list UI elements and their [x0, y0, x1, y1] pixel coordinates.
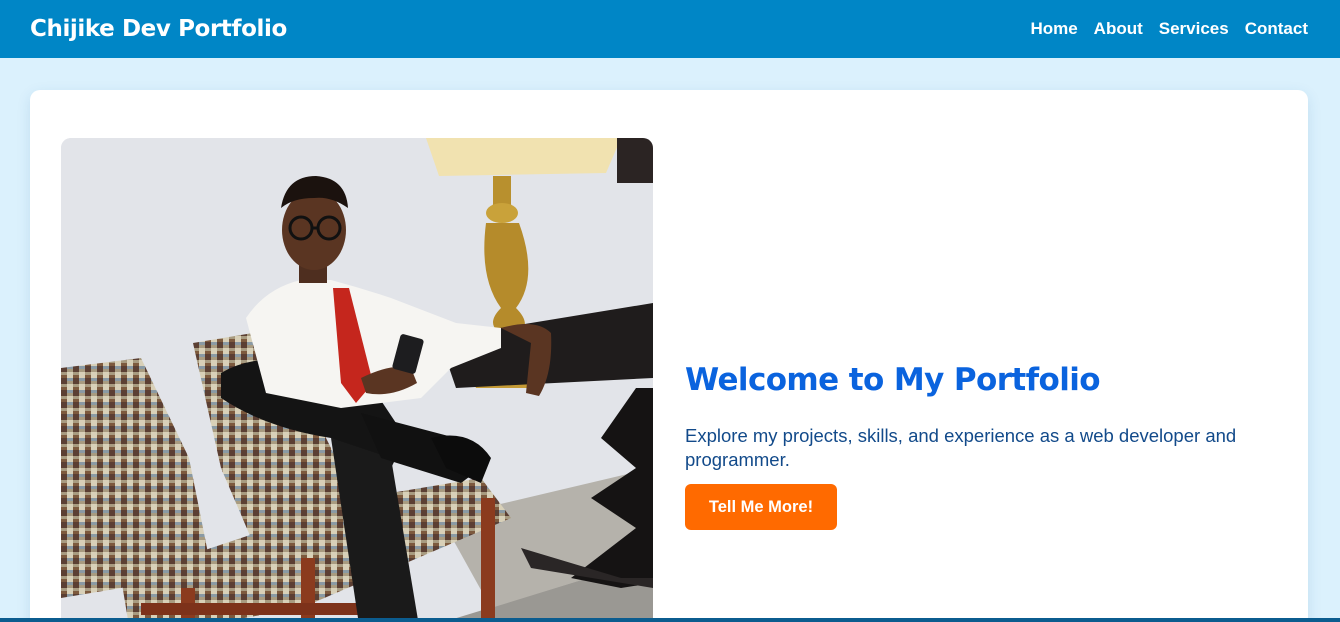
nav-link-contact[interactable]: Contact — [1245, 19, 1308, 39]
nav-link-home[interactable]: Home — [1030, 19, 1077, 39]
hero-subtitle: Explore my projects, skills, and experie… — [685, 425, 1237, 470]
brand-logo-text[interactable]: Chijike Dev Portfolio — [30, 16, 287, 42]
nav-link-services[interactable]: Services — [1159, 19, 1229, 39]
hero-text: Welcome to My Portfolio Explore my proje… — [685, 360, 1275, 530]
hero-card: Welcome to My Portfolio Explore my proje… — [30, 90, 1308, 622]
nav-link-about[interactable]: About — [1094, 19, 1143, 39]
hero-title: Welcome to My Portfolio — [685, 362, 1101, 398]
profile-photo-illustration — [61, 138, 653, 622]
navbar: Chijike Dev Portfolio Home About Service… — [0, 0, 1340, 58]
profile-photo — [61, 138, 653, 622]
nav-menu: Home About Services Contact — [1030, 19, 1308, 39]
tell-me-more-button[interactable]: Tell Me More! — [685, 484, 837, 530]
bottom-edge-divider — [0, 618, 1340, 622]
